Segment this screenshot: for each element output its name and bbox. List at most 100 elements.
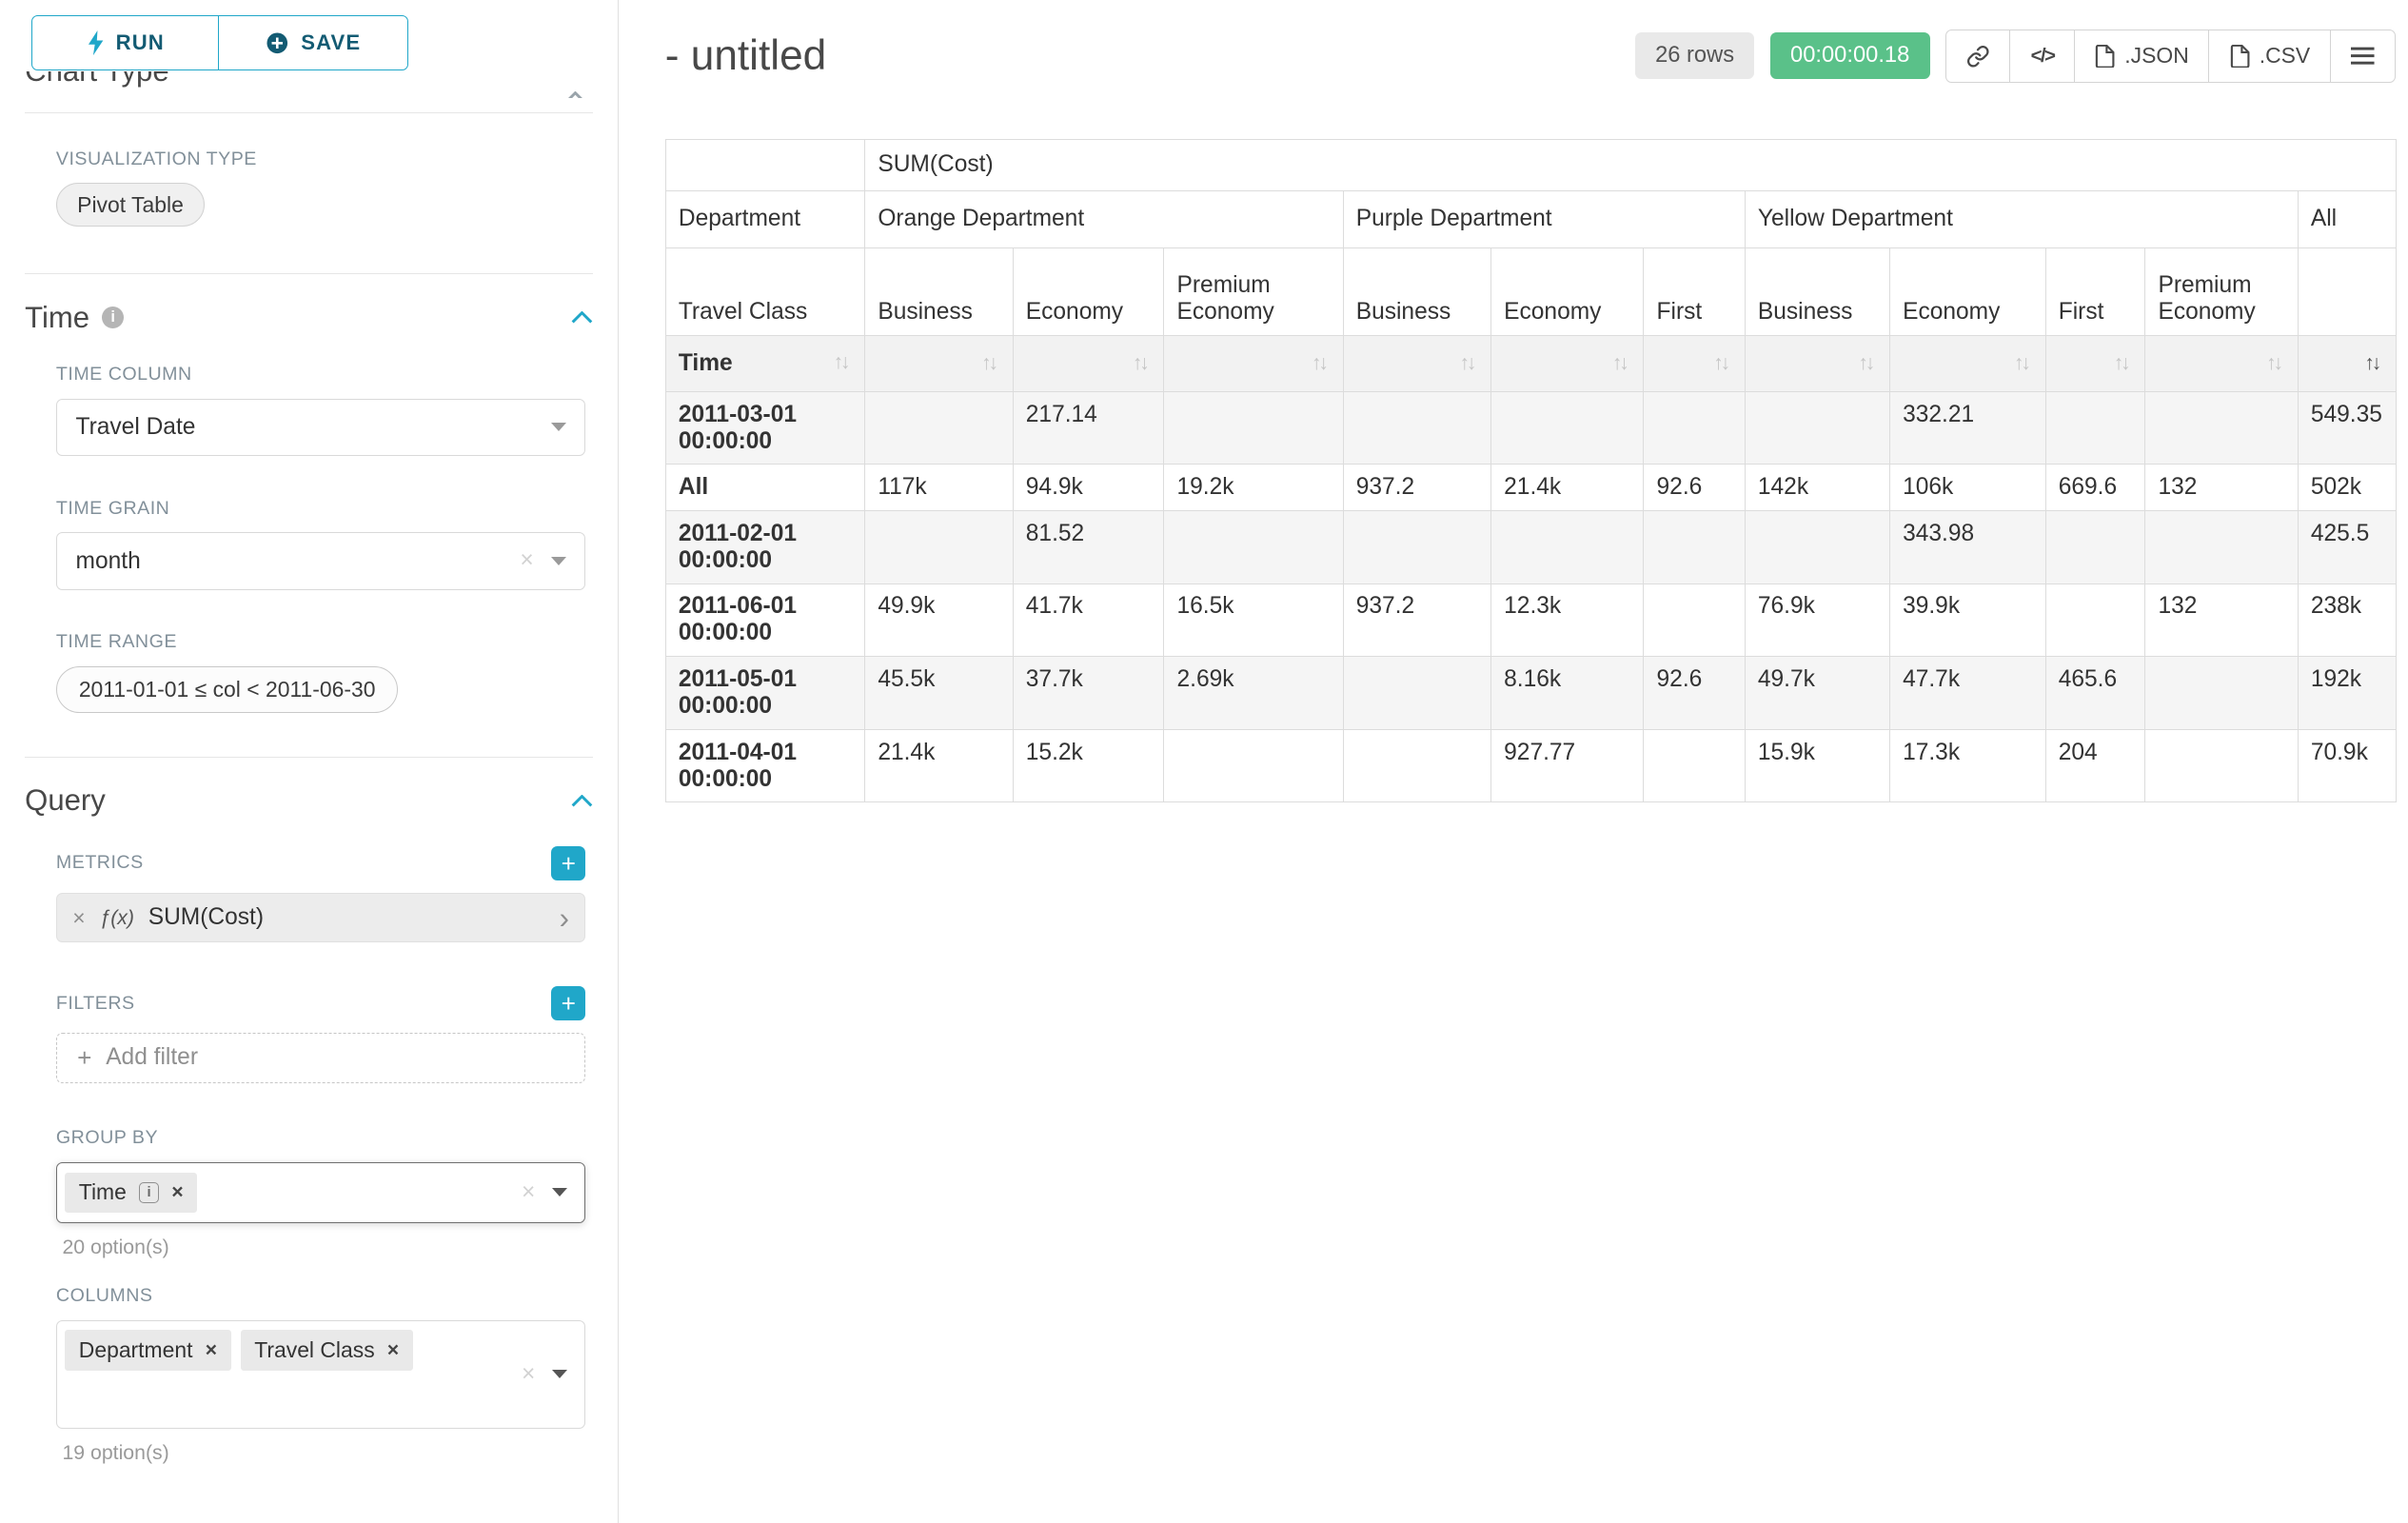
- sort-icon[interactable]: ↑↓: [2114, 351, 2133, 375]
- menu-button[interactable]: [2330, 30, 2396, 83]
- sort-icon[interactable]: ↑↓: [2364, 351, 2383, 375]
- chevron-up-icon[interactable]: [571, 311, 593, 324]
- add-filter-plus-button[interactable]: +: [551, 986, 585, 1020]
- column-sorter[interactable]: ↑↓: [1644, 335, 1745, 391]
- sort-icon[interactable]: ↑↓: [1133, 351, 1152, 375]
- json-button-label: .JSON: [2124, 43, 2188, 69]
- column-sorter[interactable]: ↑↓: [1013, 335, 1164, 391]
- copy-link-button[interactable]: [1945, 30, 2011, 83]
- select-controls: ×: [522, 1181, 567, 1205]
- pivot-cell: 502k: [2298, 465, 2396, 511]
- group-by-options-hint: 20 option(s): [62, 1236, 586, 1259]
- tag-label: Travel Class: [254, 1337, 374, 1363]
- download-json-button[interactable]: .JSON: [2074, 30, 2210, 83]
- column-sorter[interactable]: ↑↓: [1745, 335, 1889, 391]
- sort-icon[interactable]: ↑↓: [1713, 351, 1732, 375]
- chevron-up-icon[interactable]: [571, 795, 593, 807]
- travel-class-header: Economy: [1890, 248, 2046, 336]
- pivot-cell: 937.2: [1343, 465, 1490, 511]
- column-sorter[interactable]: ↑↓: [1343, 335, 1490, 391]
- query-section-header[interactable]: Query: [0, 758, 618, 837]
- group-by-tag[interactable]: Time i ×: [65, 1173, 197, 1214]
- pivot-cell: 47.7k: [1890, 657, 2046, 730]
- pivot-cell: [1491, 391, 1644, 465]
- run-button-label: RUN: [116, 30, 165, 55]
- pivot-cell: [2145, 729, 2298, 802]
- save-button[interactable]: SAVE: [218, 15, 408, 69]
- embed-code-button[interactable]: </>: [2009, 30, 2075, 83]
- time-grain-value: month: [76, 548, 521, 575]
- sort-icon[interactable]: ↑↓: [2014, 351, 2033, 375]
- sort-icon[interactable]: ↑↓: [834, 350, 853, 374]
- group-by-select[interactable]: Time i × ×: [56, 1162, 585, 1223]
- row-dimension-label: Time↑↓: [665, 335, 864, 391]
- sort-icon[interactable]: ↑↓: [1459, 351, 1478, 375]
- column-sorter[interactable]: ↑↓: [865, 335, 1013, 391]
- remove-tag-icon[interactable]: ×: [206, 1340, 217, 1360]
- chart-type-section-header[interactable]: Chart Type: [25, 71, 592, 98]
- chart-title[interactable]: - untitled: [665, 32, 1635, 80]
- info-icon: i: [139, 1182, 159, 1202]
- sort-icon[interactable]: ↑↓: [1612, 351, 1631, 375]
- chevron-up-icon: [564, 81, 586, 98]
- department-group-header: Orange Department: [865, 190, 1343, 248]
- columns-select[interactable]: Department × Travel Class × ×: [56, 1320, 585, 1430]
- clear-icon[interactable]: ×: [520, 549, 533, 573]
- pivot-cell: 343.98: [1890, 510, 2046, 583]
- function-icon: ƒ(x): [99, 906, 134, 930]
- export-button-group: </> .JSON .CSV: [1945, 30, 2396, 83]
- pivot-cell: 142k: [1745, 465, 1889, 511]
- pivot-cell: 465.6: [2045, 657, 2145, 730]
- table-row: 2011-02-01 00:00:0081.52343.98425.5: [665, 510, 2396, 583]
- time-range-pill[interactable]: 2011-01-01 ≤ col < 2011-06-30: [56, 666, 398, 713]
- metric-option[interactable]: × ƒ(x) SUM(Cost) ›: [56, 893, 585, 942]
- plus-icon: +: [77, 1043, 91, 1073]
- caret-down-icon[interactable]: [552, 1370, 567, 1378]
- column-sorter[interactable]: ↑↓: [1164, 335, 1343, 391]
- run-button[interactable]: RUN: [31, 15, 220, 69]
- sort-icon[interactable]: ↑↓: [1312, 351, 1331, 375]
- caret-right-icon[interactable]: ›: [560, 903, 569, 933]
- pivot-cell: 132: [2145, 583, 2298, 657]
- row-header: 2011-06-01 00:00:00: [665, 583, 864, 657]
- download-csv-button[interactable]: .CSV: [2208, 30, 2331, 83]
- column-sorter[interactable]: ↑↓: [1491, 335, 1644, 391]
- pivot-cell: 669.6: [2045, 465, 2145, 511]
- pivot-cell: 94.9k: [1013, 465, 1164, 511]
- remove-metric-icon[interactable]: ×: [72, 907, 85, 929]
- remove-tag-icon[interactable]: ×: [171, 1182, 183, 1202]
- travel-class-header: First: [1644, 248, 1745, 336]
- time-column-value: Travel Date: [76, 414, 551, 441]
- add-metric-button[interactable]: +: [551, 846, 585, 880]
- clear-icon[interactable]: ×: [522, 1181, 535, 1205]
- clear-icon[interactable]: ×: [522, 1363, 535, 1387]
- row-header: 2011-03-01 00:00:00: [665, 391, 864, 465]
- remove-tag-icon[interactable]: ×: [387, 1340, 399, 1360]
- pivot-cell: 332.21: [1890, 391, 2046, 465]
- pivot-cell: [2145, 510, 2298, 583]
- pivot-cell: 15.2k: [1013, 729, 1164, 802]
- column-sorter[interactable]: ↑↓: [2298, 335, 2396, 391]
- columns-tag[interactable]: Travel Class ×: [241, 1330, 413, 1371]
- caret-down-icon[interactable]: [552, 1188, 567, 1197]
- column-sorter[interactable]: ↑↓: [1890, 335, 2046, 391]
- viz-type-pill[interactable]: Pivot Table: [56, 183, 205, 226]
- table-row: 2011-06-01 00:00:0049.9k41.7k16.5k937.21…: [665, 583, 2396, 657]
- column-sorter[interactable]: ↑↓: [2145, 335, 2298, 391]
- time-column-select[interactable]: Travel Date: [56, 399, 585, 457]
- table-row: All117k94.9k19.2k937.221.4k92.6142k106k6…: [665, 465, 2396, 511]
- columns-tag[interactable]: Department ×: [65, 1330, 231, 1371]
- table-row: 2011-04-01 00:00:0021.4k15.2k927.7715.9k…: [665, 729, 2396, 802]
- add-filter-button[interactable]: + Add filter: [56, 1033, 585, 1082]
- sort-icon[interactable]: ↑↓: [981, 351, 1000, 375]
- time-grain-select[interactable]: month ×: [56, 532, 585, 590]
- group-by-label: GROUP BY: [56, 1126, 585, 1150]
- metric-name: SUM(Cost): [148, 904, 545, 931]
- sort-icon[interactable]: ↑↓: [1858, 351, 1877, 375]
- column-sorter[interactable]: ↑↓: [2045, 335, 2145, 391]
- pivot-cell: 192k: [2298, 657, 2396, 730]
- time-section-header[interactable]: Time i: [0, 274, 618, 353]
- sort-icon[interactable]: ↑↓: [2266, 351, 2285, 375]
- save-button-label: SAVE: [301, 30, 361, 55]
- info-icon: i: [102, 307, 124, 328]
